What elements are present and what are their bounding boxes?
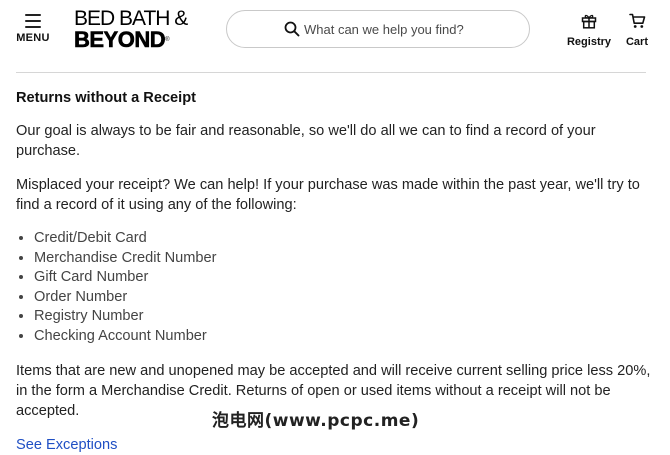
- paragraph-goal: Our goal is always to be fair and reason…: [16, 123, 596, 159]
- menu-button[interactable]: MENU: [14, 12, 52, 52]
- search-input[interactable]: [304, 21, 504, 37]
- search-icon[interactable]: [284, 21, 300, 37]
- list-item: Order Number: [34, 288, 652, 308]
- header-divider: [16, 72, 646, 73]
- search-bar[interactable]: [226, 10, 530, 48]
- returns-article: Returns without a Receipt Our goal is al…: [16, 88, 652, 455]
- record-lookup-list: Credit/Debit Card Merchandise Credit Num…: [16, 229, 652, 347]
- list-item: Registry Number: [34, 307, 652, 327]
- list-item: Gift Card Number: [34, 268, 652, 288]
- section-heading: Returns without a Receipt: [16, 90, 197, 106]
- logo-line-2-text: BEYOND: [74, 27, 166, 52]
- hamburger-icon: [25, 14, 41, 28]
- logo-line-2: BEYOND®: [74, 27, 202, 52]
- site-header: MENU BED BATH & BEYOND® Registry Cart: [0, 0, 670, 60]
- list-item: Credit/Debit Card: [34, 229, 652, 249]
- watermark-text: 泡电网(www.pcpc.me): [212, 406, 420, 431]
- see-exceptions-link[interactable]: See Exceptions: [16, 435, 117, 455]
- registry-label: Registry: [566, 36, 612, 48]
- cart-label: Cart: [625, 36, 648, 48]
- logo-registered-mark: ®: [165, 37, 170, 43]
- list-item: Checking Account Number: [34, 327, 652, 347]
- logo-line-1: BED BATH &: [74, 7, 188, 30]
- cart-button[interactable]: Cart: [622, 13, 652, 48]
- paragraph-misplaced-receipt: Misplaced your receipt? We can help! If …: [16, 177, 640, 213]
- bed-bath-beyond-logo[interactable]: BED BATH & BEYOND®: [74, 7, 202, 52]
- gift-icon: [581, 14, 597, 29]
- list-item: Merchandise Credit Number: [34, 249, 652, 269]
- menu-label: MENU: [16, 32, 50, 44]
- cart-icon: [628, 13, 645, 28]
- registry-button[interactable]: Registry: [565, 13, 613, 48]
